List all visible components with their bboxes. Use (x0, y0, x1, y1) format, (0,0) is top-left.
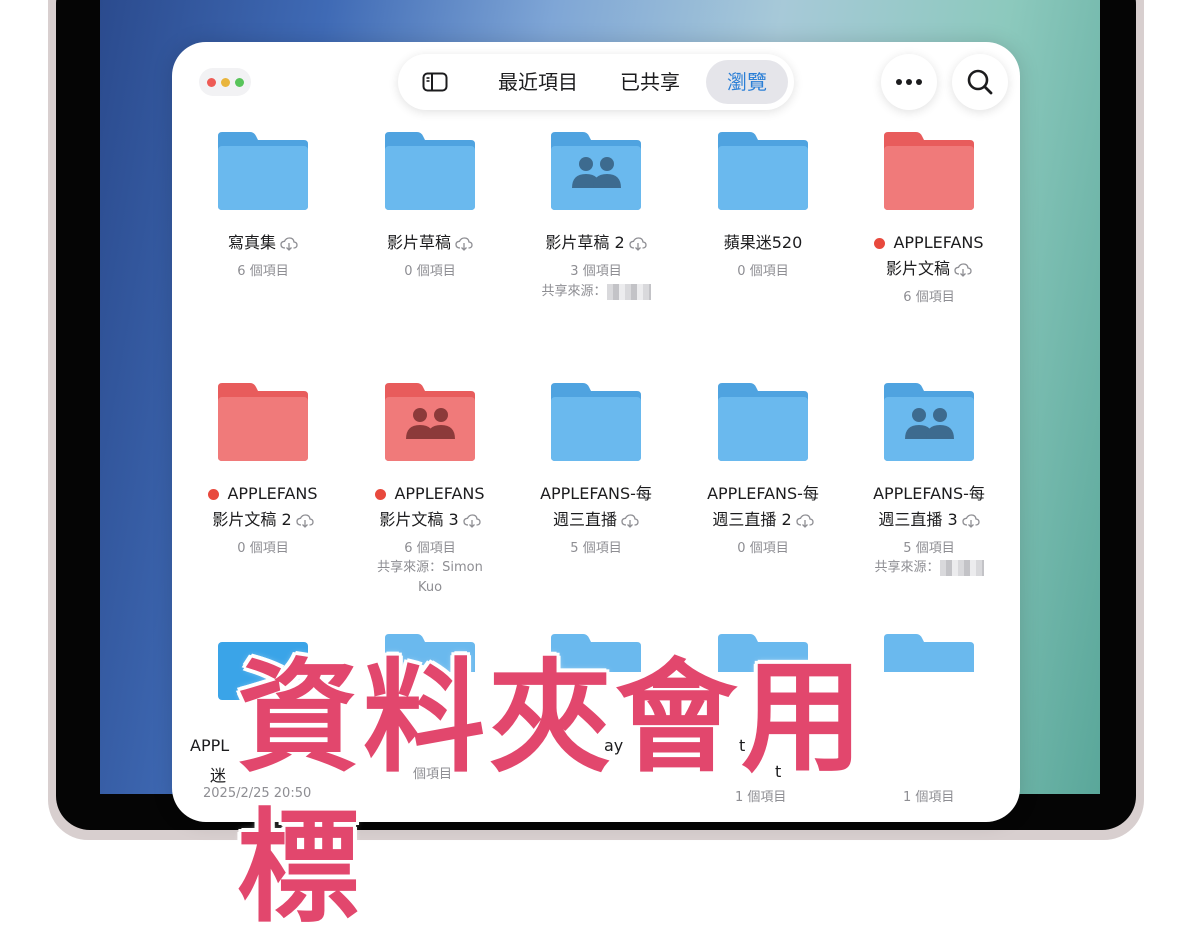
folder-name: APPLEFANS (227, 484, 318, 503)
folder-name: 蘋果迷520 (723, 233, 803, 252)
item-count: 5 個項目 (903, 541, 955, 556)
icloud-download-icon[interactable] (280, 236, 298, 251)
shared-from-label: Kuo (417, 580, 443, 595)
folder-name: APPLEFANS (394, 484, 485, 503)
folder-icon (884, 132, 974, 210)
folder-icon (718, 132, 808, 210)
folder-name: 週三直播 (552, 510, 617, 529)
folder-name-partial: 迷 (210, 766, 227, 785)
folder-icon (385, 132, 475, 210)
close-dot[interactable] (206, 77, 216, 87)
folder-name: APPLEFANS (893, 233, 984, 252)
item-count: 5 個項目 (570, 541, 622, 556)
item-count: 0 個項目 (737, 541, 789, 556)
tab-bar: 最近項目 已共享 瀏覽 (398, 54, 794, 110)
icloud-download-icon[interactable] (455, 236, 473, 251)
folder-icon (718, 383, 808, 461)
zoom-dot[interactable] (234, 77, 244, 87)
more-button[interactable] (881, 54, 937, 110)
folder-icon (218, 132, 308, 210)
icloud-download-icon[interactable] (295, 513, 314, 528)
window-controls[interactable] (199, 68, 251, 96)
icloud-download-icon[interactable] (961, 513, 980, 528)
folder-icon (551, 383, 641, 461)
shared-folder-icon (385, 383, 475, 461)
tab-shared[interactable]: 已共享 (614, 54, 686, 110)
minimize-dot[interactable] (220, 77, 230, 87)
red-tag-dot (375, 489, 387, 500)
item-count: 0 個項目 (404, 264, 456, 279)
item-count: 6 個項目 (237, 264, 289, 279)
sidebar-icon[interactable] (422, 72, 448, 92)
item-count: 6 個項目 (404, 541, 456, 556)
overlay-caption: 資料夾會用標 (237, 647, 867, 939)
folder-name: 寫真集 (227, 233, 276, 252)
icloud-download-icon[interactable] (462, 513, 481, 528)
folder-name-partial: APPL (190, 736, 230, 755)
folder-name: 週三直播 2 (712, 510, 792, 529)
tab-recent[interactable]: 最近項目 (490, 54, 586, 110)
folder-name: APPLEFANS-每 (540, 484, 652, 503)
folder-name: 影片草稿 (386, 233, 451, 252)
red-tag-dot (874, 238, 886, 249)
icloud-download-icon[interactable] (795, 513, 814, 528)
red-tag-dot (208, 489, 220, 500)
item-count: 3 個項目 (570, 264, 622, 279)
folder-name: 影片文稿 (885, 259, 950, 278)
shared-folder-icon (551, 132, 641, 210)
item-count: 0 個項目 (737, 264, 789, 279)
redacted-name (939, 559, 984, 576)
icloud-download-icon[interactable] (628, 236, 647, 251)
folder-name: 影片文稿 3 (379, 510, 459, 529)
item-count: 6 個項目 (903, 290, 955, 305)
redacted-name (606, 283, 651, 300)
icloud-download-icon[interactable] (621, 513, 639, 528)
folder-icon (218, 383, 308, 461)
item-count: 0 個項目 (237, 541, 289, 556)
shared-from-label: 共享來源： (541, 284, 607, 299)
folder-name: APPLEFANS-每 (873, 484, 985, 503)
ellipsis-icon (896, 79, 922, 85)
folder-name: 影片草稿 2 (545, 233, 625, 252)
folder-name: APPLEFANS-每 (707, 484, 819, 503)
shared-folder-icon (884, 383, 974, 461)
shared-from-label: 共享來源：Simon (377, 560, 483, 575)
icloud-download-icon[interactable] (954, 262, 972, 277)
magnifier-icon (967, 69, 993, 95)
folder-name: 週三直播 3 (878, 510, 958, 529)
shared-from-label: 共享來源： (874, 560, 940, 575)
tab-browse[interactable]: 瀏覽 (706, 54, 788, 110)
search-button[interactable] (952, 54, 1008, 110)
folder-name: 影片文稿 2 (212, 510, 292, 529)
